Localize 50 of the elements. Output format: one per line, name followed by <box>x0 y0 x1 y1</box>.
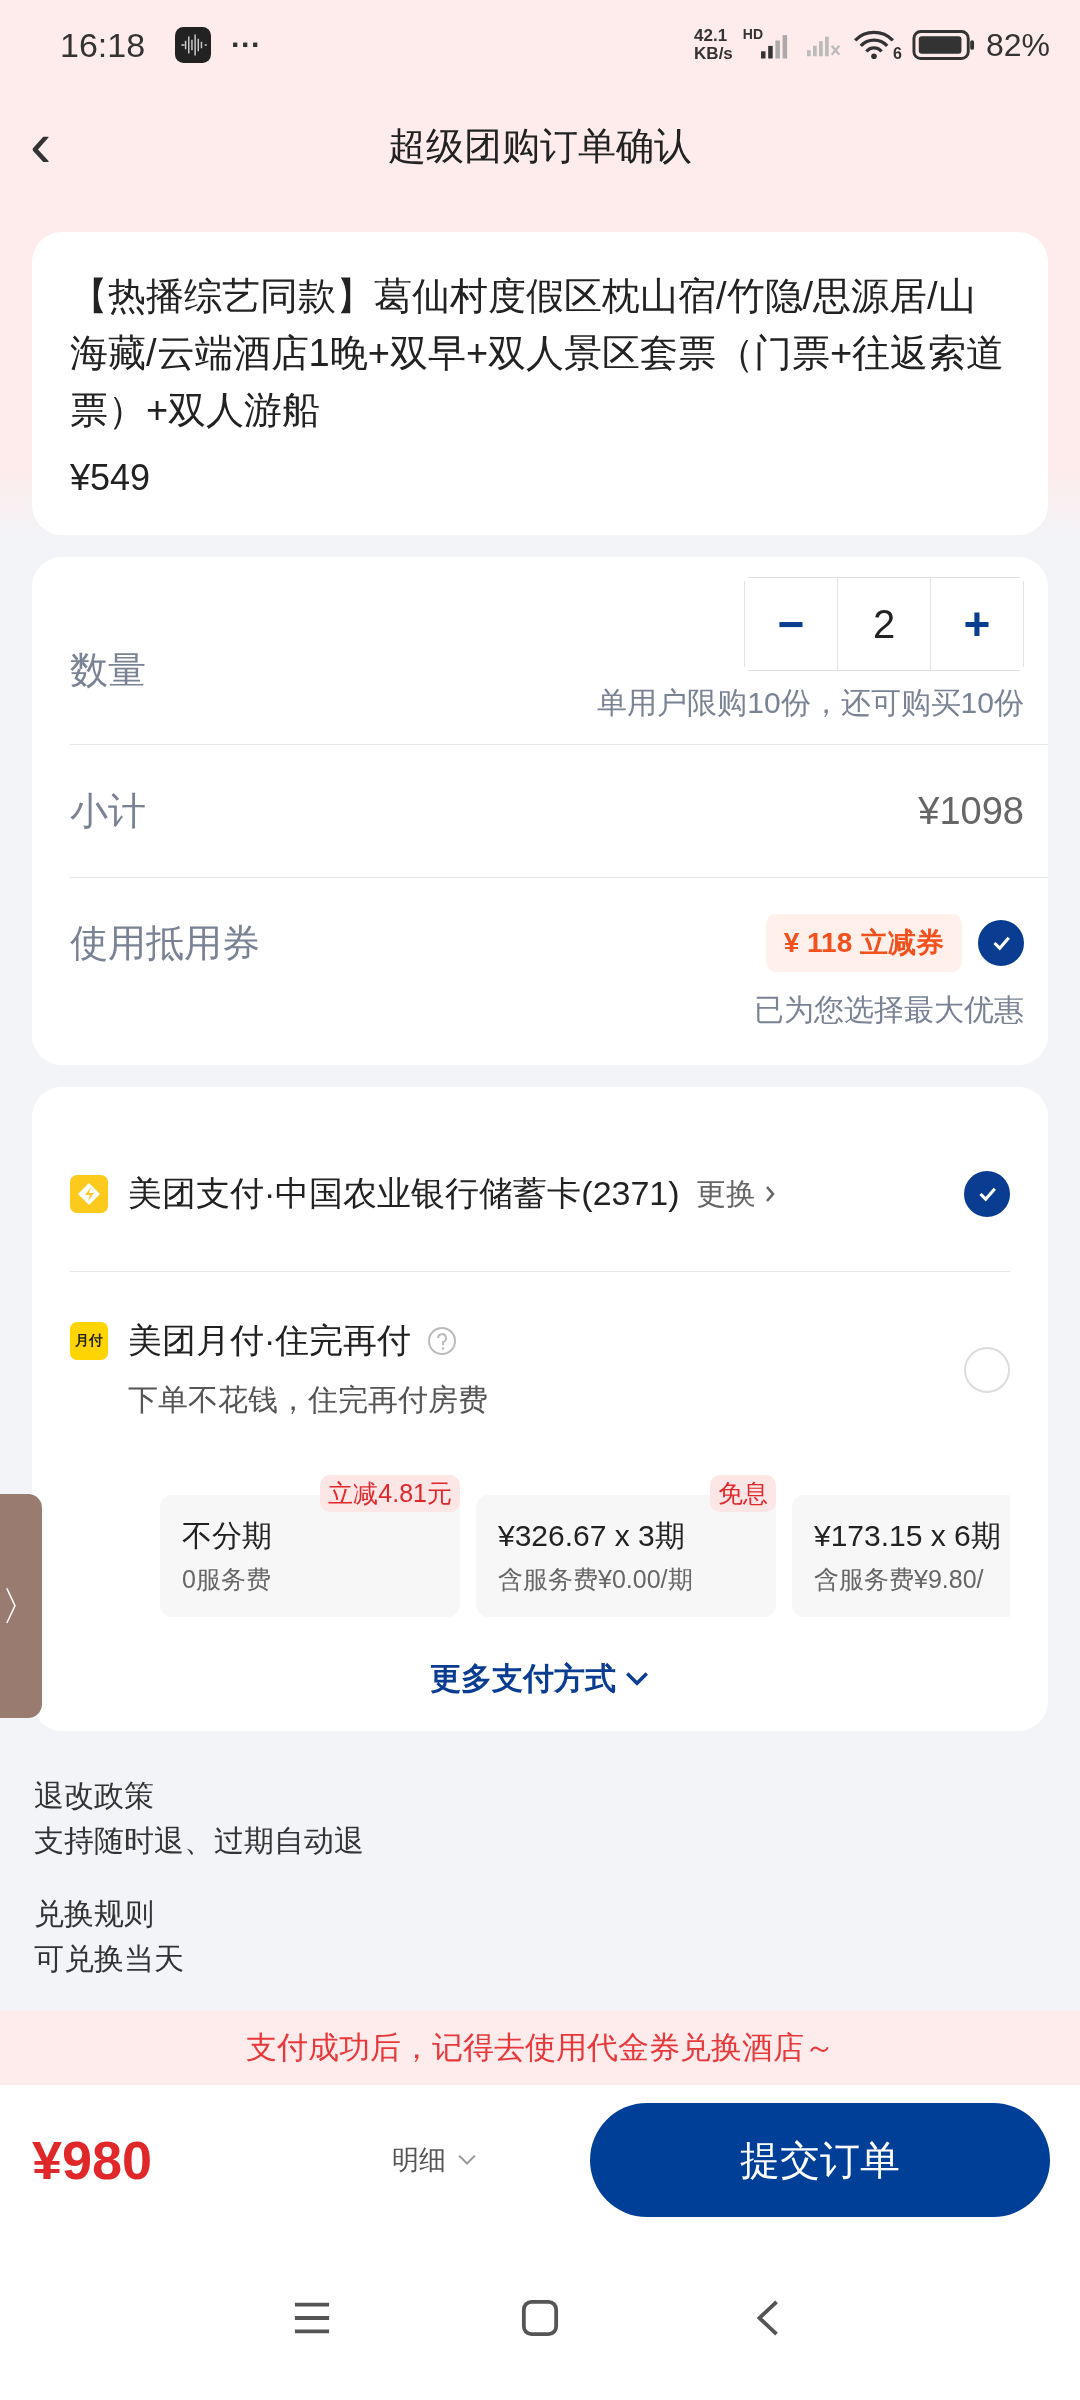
submit-order-button[interactable]: 提交订单 <box>590 2103 1050 2217</box>
chevron-right-icon <box>763 1184 776 1204</box>
total-price: ¥980 <box>32 2129 154 2191</box>
installment-title: ¥173.15 x 6期 <box>814 1518 1002 1554</box>
installment-title: 不分期 <box>182 1518 273 1554</box>
battery-percent: 82% <box>985 26 1050 64</box>
purchase-limit-hint: 单用户限购10份，还可购买10份 <box>597 685 1024 721</box>
product-title: 【热播综艺同款】葛仙村度假区枕山宿/竹隐/思源居/山海藏/云端酒店1晚+双早+双人景区套票（门票+往返索道票）+双人游船 <box>70 274 1006 433</box>
wifi-label: 6 <box>893 45 902 63</box>
quantity-label: 数量 <box>70 648 146 693</box>
notice-text: 支付成功后，记得去使用代金券兑换酒店～ <box>245 2029 835 2067</box>
coupon-label: 使用抵用券 <box>70 920 260 966</box>
network-speed: 42.1 KB/s <box>694 27 733 63</box>
coupon-hint: 已为您选择最大优惠 <box>754 992 1024 1028</box>
installment-tag: 免息 <box>710 1475 776 1512</box>
coupon-checkbox[interactable] <box>978 920 1024 966</box>
back-button[interactable]: ‹ <box>20 112 62 176</box>
policy-text: 可兑换当天 <box>34 1941 185 1977</box>
more-indicator: ··· <box>231 28 262 62</box>
side-tab[interactable]: 〉 <box>0 1494 42 1718</box>
page-title: 超级团购订单确认 <box>388 123 692 169</box>
installment-fee: 0服务费 <box>182 1564 272 1595</box>
payment-method-name: 美团支付·中国农业银行储蓄卡(2371) <box>128 1173 680 1214</box>
policy-title: 兑换规则 <box>34 1896 155 1932</box>
installment-tag: 立减4.81元 <box>320 1475 460 1512</box>
policy-title: 退改政策 <box>34 1778 155 1814</box>
payment-method-name: 美团月付·住完再付 <box>128 1320 412 1361</box>
chevron-down-icon <box>624 1670 650 1688</box>
detail-button[interactable]: 明细 <box>392 2142 478 2178</box>
waveform-app-icon <box>175 27 212 63</box>
installment-fee: 含服务费¥0.00/期 <box>498 1564 694 1595</box>
installment-fee: 含服务费¥9.80/ <box>814 1564 985 1595</box>
status-time: 16:18 <box>60 25 146 65</box>
wallet-icon <box>70 1175 108 1213</box>
more-payment-button[interactable]: 更多支付方式 <box>424 1657 656 1701</box>
policy-text: 支持随时退、过期自动退 <box>34 1823 365 1859</box>
payment-method-subtitle: 下单不花钱，住完再付房费 <box>128 1382 488 1418</box>
installment-title: ¥326.67 x 3期 <box>498 1518 686 1554</box>
change-link[interactable]: 更换 <box>695 1173 776 1215</box>
payment-radio[interactable] <box>964 1171 1010 1217</box>
chevron-down-icon <box>456 2153 478 2167</box>
help-icon <box>427 1326 458 1356</box>
subtotal-value: ¥1098 <box>918 789 1024 833</box>
subtotal-label: 小计 <box>70 788 146 834</box>
battery-icon <box>911 29 976 61</box>
home-icon[interactable] <box>521 2298 559 2337</box>
product-price: ¥549 <box>70 457 152 499</box>
hd-label: HD <box>742 26 764 42</box>
installment-option[interactable]: ¥173.15 x 6期 含服务费¥9.80/ <box>792 1495 1010 1617</box>
monthly-pay-icon: 月付 <box>70 1322 108 1360</box>
